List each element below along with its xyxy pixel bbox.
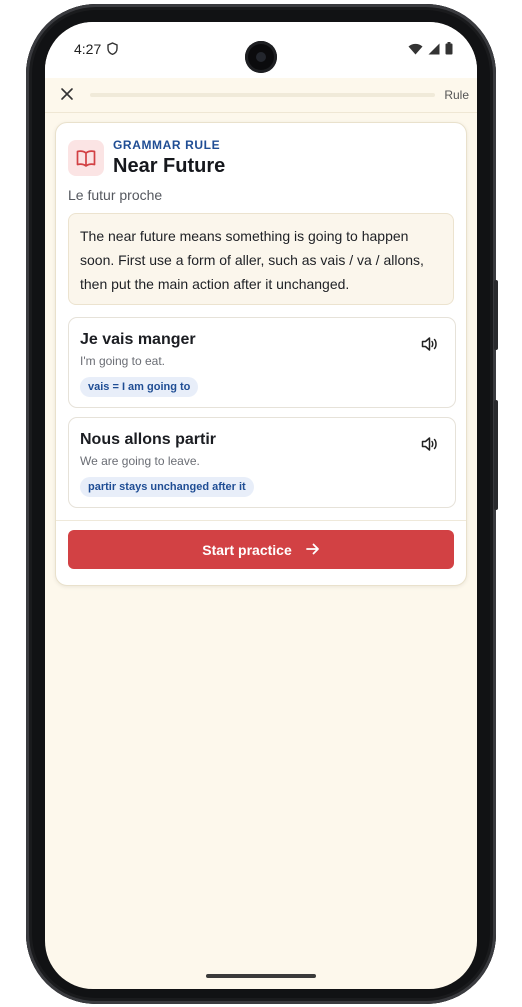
example-french: Nous allons partir — [80, 431, 217, 448]
card-divider — [56, 520, 466, 521]
rule-subtitle: Le futur proche — [68, 187, 163, 203]
start-practice-label: Start practice — [202, 541, 292, 558]
rule-title: Near Future — [113, 155, 226, 177]
book-icon — [68, 140, 104, 176]
home-indicator[interactable] — [206, 974, 316, 978]
lesson-progress-bar — [90, 93, 435, 97]
signal-icon — [428, 42, 440, 60]
grammar-rule-card: GRAMMAR RULE Near Future Le futur proche… — [55, 122, 467, 586]
example-card: Je vais manger I'm going to eat. vais = … — [68, 317, 456, 408]
start-practice-button[interactable]: Start practice — [68, 530, 454, 569]
example-french: Je vais manger — [80, 331, 196, 348]
wifi-icon — [408, 42, 423, 60]
status-time: 4:27 — [74, 41, 102, 57]
example-note-chip: vais = I am going to — [80, 377, 199, 397]
example-note-chip: partir stays unchanged after it — [80, 477, 254, 497]
example-card: Nous allons partir We are going to leave… — [68, 417, 456, 508]
rule-eyebrow: GRAMMAR RULE — [113, 138, 221, 152]
close-icon[interactable] — [59, 86, 75, 102]
volume-button — [494, 400, 498, 510]
rule-explanation: The near future means something is going… — [68, 213, 454, 305]
speaker-icon[interactable] — [421, 336, 439, 352]
example-english: I'm going to eat. — [80, 354, 166, 368]
power-button — [494, 280, 498, 350]
battery-icon — [445, 42, 453, 60]
status-icons — [408, 42, 453, 60]
front-camera — [245, 41, 277, 73]
progress-step-label: Rule — [444, 88, 469, 102]
example-english: We are going to leave. — [80, 454, 200, 468]
lesson-top-bar: Rule — [45, 78, 477, 113]
app-screen: 4:27 Rule GRAMMAR RULE Near Future Le fu… — [45, 22, 477, 989]
shield-icon — [107, 42, 118, 60]
speaker-icon[interactable] — [421, 436, 439, 452]
arrow-right-icon — [305, 542, 320, 558]
